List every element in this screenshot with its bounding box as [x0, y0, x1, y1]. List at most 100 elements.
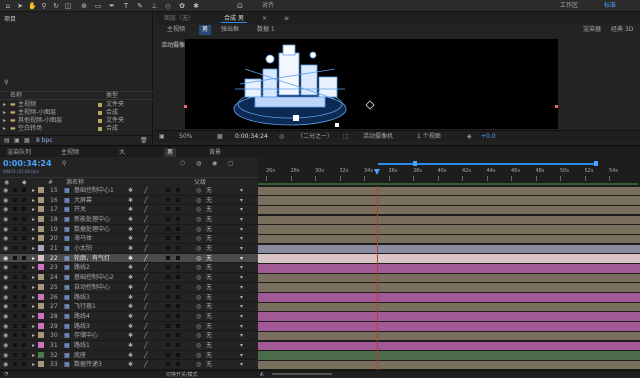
- time-ruler[interactable]: 26s 28s 30s 32s 34s 36s 38s 40s 42s 44s 46s 48s 50s 5…: [258, 157, 640, 186]
- timeline-timecode[interactable]: 0:00:34:24: [3, 159, 52, 168]
- parent-select[interactable]: 无: [206, 273, 212, 282]
- quality-switch-icon[interactable]: ╱: [144, 331, 148, 340]
- layer-row[interactable]: ◉ ▸ 19 ▦ 数据处理中心 ✱ ╱ ◎ 无 ▾: [0, 225, 258, 235]
- disclosure-icon[interactable]: ▸: [32, 254, 35, 263]
- fx-switch[interactable]: [166, 226, 170, 231]
- visibility-eye-icon[interactable]: ◉: [3, 225, 8, 234]
- disclosure-icon[interactable]: ▸: [3, 117, 6, 125]
- parent-select[interactable]: 无: [206, 293, 212, 302]
- lock-toggle[interactable]: [22, 217, 26, 222]
- chevron-down-icon[interactable]: ▾: [240, 341, 243, 350]
- fx-switch[interactable]: [166, 294, 170, 299]
- layer-duration-bar[interactable]: [258, 331, 640, 341]
- work-area-start-handle[interactable]: [413, 161, 417, 166]
- label-color-swatch[interactable]: [38, 283, 44, 290]
- shy-switch-icon[interactable]: ✱: [128, 205, 133, 214]
- visibility-eye-icon[interactable]: ◉: [3, 273, 8, 282]
- breadcrumb-item[interactable]: 男: [199, 25, 212, 35]
- layer-row[interactable]: ◉ ▸ 24 ▦ 基础控制中心2 ✱ ╱ ◎ 无 ▾: [0, 273, 258, 283]
- layer-duration-bar[interactable]: [258, 225, 640, 234]
- viewer-handle[interactable]: [184, 105, 187, 108]
- layer-row[interactable]: ◉ ▸ 15 ▦ 基础控制中心1 ✱ ╱ ◎ 无 ▾: [0, 186, 258, 196]
- project-item[interactable]: ▸ ▬ 主视频-小图层 合成: [0, 109, 153, 117]
- label-color-swatch[interactable]: [38, 187, 44, 193]
- comp-timecode[interactable]: 0:00:34:24: [235, 133, 268, 141]
- lock-toggle[interactable]: [22, 333, 26, 338]
- quality-switch-icon[interactable]: ╱: [144, 293, 148, 302]
- layer-name[interactable]: 轮廓，有气灯: [74, 254, 110, 263]
- rotate-tool-icon[interactable]: ↻: [52, 2, 60, 10]
- disclosure-icon[interactable]: ▸: [32, 322, 35, 331]
- layer-row[interactable]: ◉ ▸ 30 ▦ 存储中心 ✱ ╱ ◎ 无 ▾: [0, 331, 258, 341]
- tab-man[interactable]: 男: [164, 148, 177, 157]
- label-color-swatch[interactable]: [38, 274, 44, 281]
- 3d-switch[interactable]: [176, 255, 180, 260]
- tab-big[interactable]: 大: [116, 148, 128, 157]
- chevron-down-icon[interactable]: ▾: [240, 225, 243, 234]
- shy-switch-icon[interactable]: ✱: [128, 293, 133, 302]
- tab-background[interactable]: 背景: [206, 148, 224, 157]
- label-color-swatch[interactable]: [38, 196, 44, 203]
- layer-duration-bar[interactable]: [258, 264, 640, 273]
- layer-row[interactable]: ◉ ▸ 31 ▦ 路线1 ✱ ╱ ◎ 无 ▾: [0, 341, 258, 351]
- pick-whip-icon[interactable]: ◎: [196, 351, 201, 360]
- lock-toggle[interactable]: [22, 342, 26, 347]
- shy-switch-icon[interactable]: ✱: [128, 244, 133, 253]
- lock-toggle[interactable]: [22, 246, 26, 251]
- visibility-eye-icon[interactable]: ◉: [3, 215, 8, 224]
- comp-viewer[interactable]: [185, 39, 558, 129]
- roto-tool-icon[interactable]: ✿: [178, 2, 186, 10]
- pick-whip-icon[interactable]: ◎: [196, 186, 201, 195]
- layer-duration-bar[interactable]: [258, 186, 640, 196]
- quality-switch-icon[interactable]: ╱: [144, 302, 148, 311]
- resolution-icon[interactable]: ▦: [217, 133, 223, 141]
- fast-preview-icon[interactable]: ◈: [467, 133, 472, 141]
- disclosure-icon[interactable]: ▸: [3, 101, 6, 109]
- fx-switch[interactable]: [166, 188, 170, 192]
- pick-whip-icon[interactable]: ◎: [196, 196, 201, 205]
- fx-switch[interactable]: [166, 197, 170, 202]
- pick-whip-icon[interactable]: ◎: [196, 273, 201, 282]
- parent-select[interactable]: 无: [206, 263, 212, 272]
- renderer-value[interactable]: 经典 3D: [611, 25, 633, 35]
- layer-row[interactable]: ◉ ▸ 33 ▦ 数据传递3 ✱ ╱ ◎ 无 ▾: [0, 360, 258, 370]
- lock-toggle[interactable]: [22, 207, 26, 212]
- label-color-swatch[interactable]: [38, 245, 44, 252]
- visibility-eye-icon[interactable]: ◉: [3, 331, 8, 340]
- layer-name[interactable]: 数据处理中心: [74, 225, 110, 234]
- 3d-switch[interactable]: [176, 265, 180, 270]
- quality-switch-icon[interactable]: ╱: [144, 263, 148, 272]
- pick-whip-icon[interactable]: ◎: [196, 254, 201, 263]
- visibility-eye-icon[interactable]: ◉: [3, 283, 8, 292]
- layer-name[interactable]: 数据传递3: [74, 360, 102, 369]
- layer-name[interactable]: 路线4: [74, 312, 90, 321]
- camera-tool-icon[interactable]: ◫: [64, 2, 72, 10]
- pick-whip-icon[interactable]: ◎: [196, 205, 201, 214]
- layer-name[interactable]: 海马体: [74, 234, 92, 243]
- solo-toggle[interactable]: [13, 333, 17, 338]
- fx-switch[interactable]: [166, 313, 170, 318]
- project-item[interactable]: ▸ ▬ 其他视频-小图层 文件夹: [0, 117, 153, 125]
- breadcrumb-item[interactable]: 数据 1: [257, 25, 275, 35]
- chevron-down-icon[interactable]: ▾: [240, 360, 243, 369]
- shy-switch-icon[interactable]: ✱: [128, 283, 133, 292]
- visibility-eye-icon[interactable]: ◉: [3, 293, 8, 302]
- disclosure-icon[interactable]: ▸: [32, 360, 35, 369]
- shy-switch-icon[interactable]: ✱: [128, 322, 133, 331]
- breadcrumb-item[interactable]: 弹出框: [221, 25, 239, 35]
- lock-toggle[interactable]: [22, 236, 26, 241]
- label-color-swatch[interactable]: [38, 341, 44, 348]
- motion-blur-icon[interactable]: ◉: [212, 160, 217, 167]
- layer-row[interactable]: ◉ ▸ 28 ▦ 路线4 ✱ ╱ ◎ 无 ▾: [0, 312, 258, 322]
- solo-toggle[interactable]: [13, 304, 17, 309]
- disclosure-icon[interactable]: ▸: [32, 331, 35, 340]
- track-area[interactable]: [258, 186, 640, 370]
- layer-duration-bar[interactable]: [258, 283, 640, 292]
- fx-switch[interactable]: [166, 284, 170, 289]
- chevron-down-icon[interactable]: ▾: [240, 186, 243, 195]
- graph-editor-icon[interactable]: ▢: [228, 160, 234, 167]
- playhead-handle[interactable]: [374, 169, 380, 175]
- comp-tab[interactable]: 合成 男: [221, 14, 247, 23]
- solo-toggle[interactable]: [13, 352, 17, 357]
- layer-name[interactable]: 路线2: [74, 263, 90, 272]
